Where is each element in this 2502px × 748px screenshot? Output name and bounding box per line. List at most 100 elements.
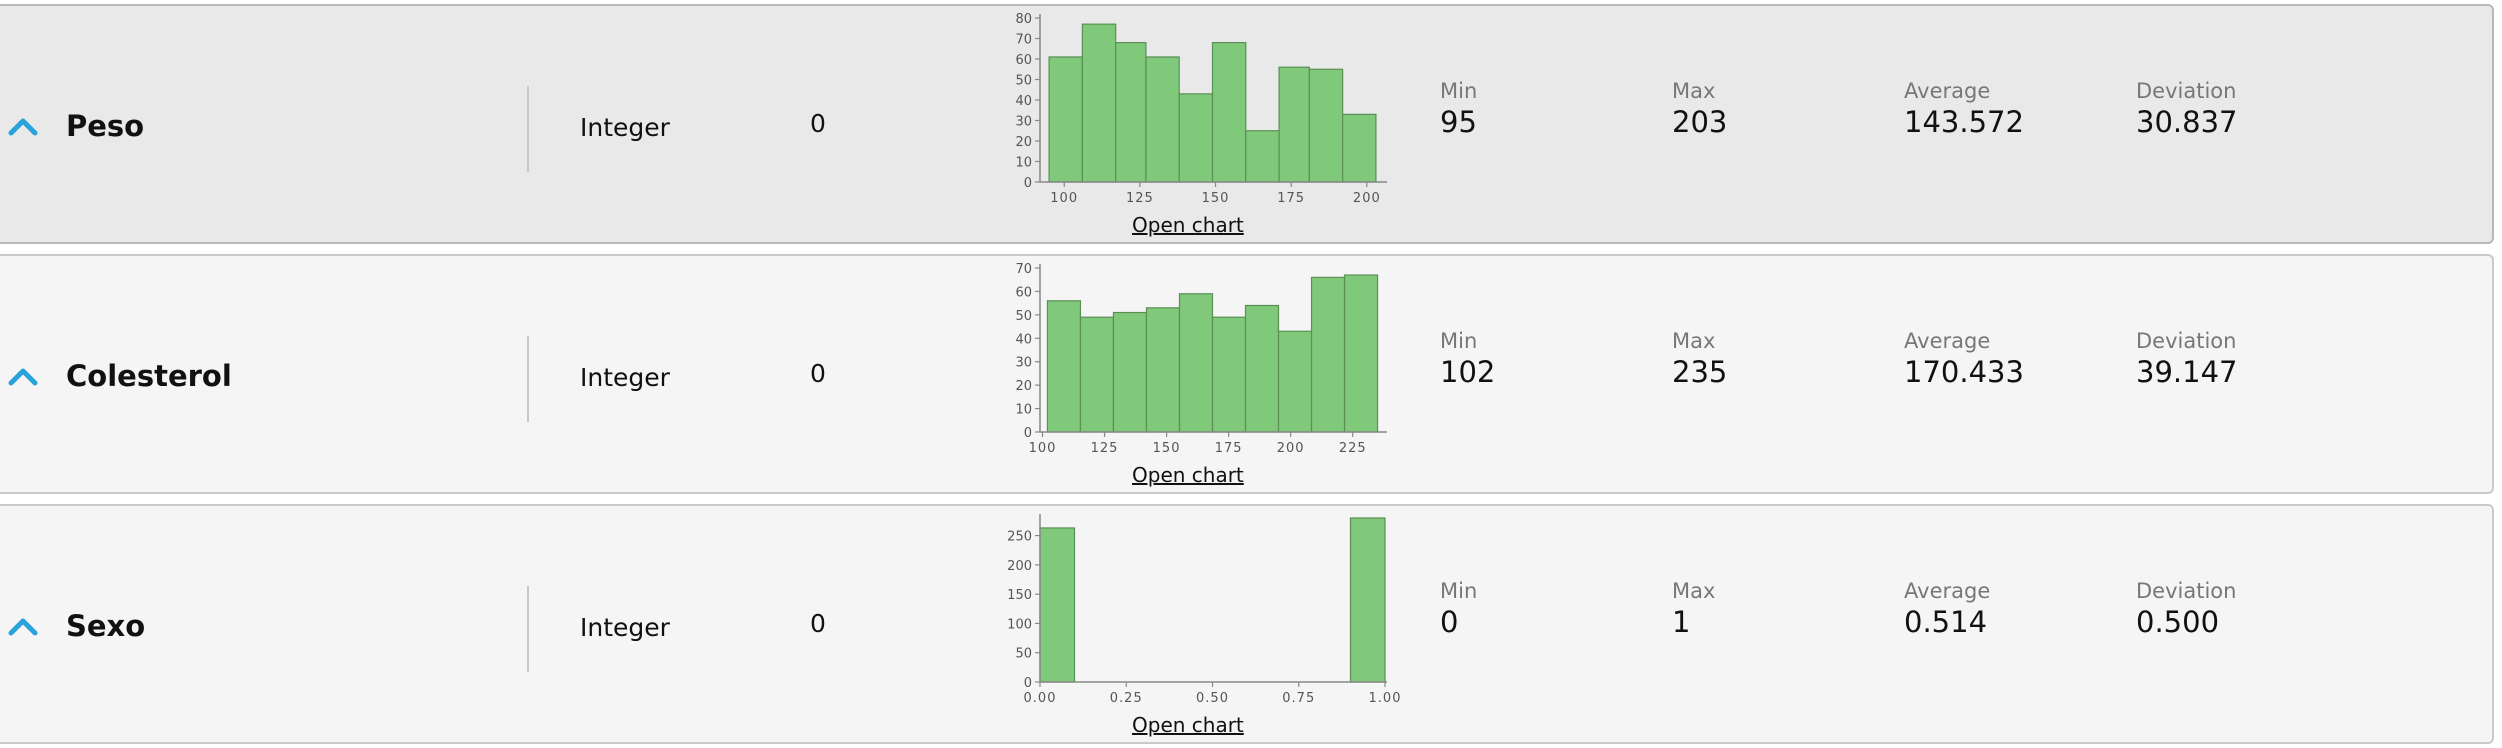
stat-deviation-value: 0.500 (2136, 605, 2220, 639)
missing-count: 0 (810, 109, 826, 138)
chevron-up-icon[interactable] (8, 366, 38, 386)
histogram-bar (1278, 66, 1310, 183)
stat-min-label: Min (1440, 79, 1478, 103)
stat-max: Max 203 (1672, 78, 1727, 140)
stat-deviation: Deviation 39.147 (2136, 328, 2237, 390)
attribute-row-sexo[interactable]: Sexo Integer 0 0 50 100 150 200 250 0.00 0.25 0.… (0, 504, 2494, 744)
histogram-bar (1343, 274, 1379, 433)
histogram-bar (1308, 68, 1344, 183)
chevron-up-icon[interactable] (8, 616, 38, 636)
x-tick-label: 0.75 (1282, 691, 1315, 706)
column-divider (527, 336, 529, 422)
attribute-row-colesterol[interactable]: Colesterol Integer 0 0 10 20 30 40 50 60 70 100 1… (0, 254, 2494, 494)
histogram-bar (1039, 527, 1076, 683)
stat-average-label: Average (1904, 329, 1991, 353)
x-tick-label: 150 (1153, 441, 1181, 456)
y-tick-label: 30 (1015, 115, 1032, 130)
y-tick-label: 70 (1015, 262, 1032, 277)
histogram-bar (1048, 56, 1083, 183)
open-chart-link[interactable]: Open chart (1132, 462, 1244, 488)
stat-max: Max 1 (1672, 578, 1715, 640)
stat-deviation-value: 39.147 (2136, 355, 2238, 389)
histogram-chart[interactable]: 0 10 20 30 40 50 60 70 100 125 150 175 200 225 (990, 260, 1390, 460)
histogram-bar (1178, 293, 1214, 433)
stat-deviation-label: Deviation (2136, 79, 2237, 103)
histogram-chart[interactable]: 0 10 20 30 40 50 60 70 80 100 125 150 175 200 (990, 10, 1390, 210)
stat-max: Max 235 (1672, 328, 1727, 390)
y-tick-label: 50 (1015, 647, 1032, 662)
histogram-bar (1081, 23, 1117, 183)
y-tick-label: 0 (1024, 176, 1032, 191)
x-tick-label: 150 (1202, 191, 1230, 206)
y-tick-label: 40 (1015, 332, 1032, 347)
stat-deviation: Deviation 30.837 (2136, 78, 2237, 140)
stat-max-label: Max (1672, 329, 1716, 353)
x-tick-label: 1.00 (1369, 691, 1402, 706)
histogram-bar (1079, 316, 1115, 433)
y-tick-label: 0 (1024, 676, 1032, 691)
y-tick-label: 70 (1015, 33, 1032, 48)
attribute-type: Integer (580, 113, 670, 142)
x-tick-label: 175 (1215, 441, 1243, 456)
y-tick-label: 200 (1007, 559, 1032, 574)
x-tick-label: 200 (1353, 191, 1381, 206)
x-tick-label: 100 (1050, 191, 1078, 206)
attribute-name: Peso (66, 109, 145, 143)
histogram-bar (1046, 300, 1082, 433)
attribute-row-peso[interactable]: Peso Integer 0 0 10 20 30 40 50 60 70 80 100 125 15… (0, 4, 2494, 244)
histogram-bar (1211, 41, 1247, 183)
histogram-bar (1310, 276, 1346, 433)
stat-max-label: Max (1672, 79, 1716, 103)
y-tick-label: 50 (1015, 309, 1032, 324)
histogram-bar (1145, 56, 1180, 183)
stat-average-label: Average (1904, 79, 1991, 103)
stat-average: Average 143.572 (1904, 78, 2024, 140)
stat-min-label: Min (1440, 579, 1478, 603)
stat-average-value: 0.514 (1904, 605, 1988, 639)
y-tick-label: 10 (1015, 403, 1032, 418)
histogram-chart[interactable]: 0 50 100 150 200 250 0.00 0.25 0.50 0.75 1.00 (990, 510, 1400, 710)
missing-count: 0 (810, 359, 826, 388)
stat-max-label: Max (1672, 579, 1716, 603)
y-tick-label: 250 (1007, 530, 1032, 545)
histogram-bar (1145, 307, 1181, 433)
stat-average-value: 170.433 (1904, 355, 2024, 389)
stat-average-value: 143.572 (1904, 105, 2024, 139)
stat-max-value: 203 (1672, 105, 1728, 139)
attribute-type: Integer (580, 363, 670, 392)
y-tick-label: 10 (1015, 156, 1032, 171)
x-tick-label: 125 (1126, 191, 1154, 206)
stat-min: Min 0 (1440, 578, 1477, 640)
y-tick-label: 100 (1007, 617, 1032, 632)
stat-deviation: Deviation 0.500 (2136, 578, 2236, 640)
histogram-bar (1211, 316, 1247, 433)
histogram-bar (1115, 41, 1147, 183)
stat-average: Average 0.514 (1904, 578, 1990, 640)
attribute-type: Integer (580, 613, 670, 642)
open-chart-link[interactable]: Open chart (1132, 212, 1244, 238)
stat-max-value: 235 (1672, 355, 1728, 389)
histogram-bar (1245, 130, 1280, 183)
column-divider (527, 586, 529, 672)
stat-min: Min 95 (1440, 78, 1477, 140)
x-tick-label: 125 (1091, 441, 1119, 456)
y-tick-label: 60 (1015, 53, 1032, 68)
chevron-up-icon[interactable] (8, 116, 38, 136)
attribute-name: Colesterol (66, 359, 232, 393)
histogram-bar (1349, 517, 1386, 683)
stat-max-value: 1 (1672, 605, 1691, 639)
stat-min: Min 102 (1440, 328, 1495, 390)
histogram-bar (1178, 93, 1214, 183)
histogram-bar (1112, 311, 1148, 433)
stat-min-label: Min (1440, 329, 1478, 353)
x-tick-label: 0.50 (1196, 691, 1229, 706)
open-chart-link[interactable]: Open chart (1132, 712, 1244, 738)
histogram-bar (1342, 113, 1377, 183)
column-divider (527, 86, 529, 172)
attribute-name: Sexo (66, 609, 146, 643)
histogram-bar (1277, 330, 1313, 433)
y-tick-label: 50 (1015, 74, 1032, 89)
missing-count: 0 (810, 609, 826, 638)
x-tick-label: 0.00 (1024, 691, 1057, 706)
stat-min-value: 0 (1440, 605, 1459, 639)
